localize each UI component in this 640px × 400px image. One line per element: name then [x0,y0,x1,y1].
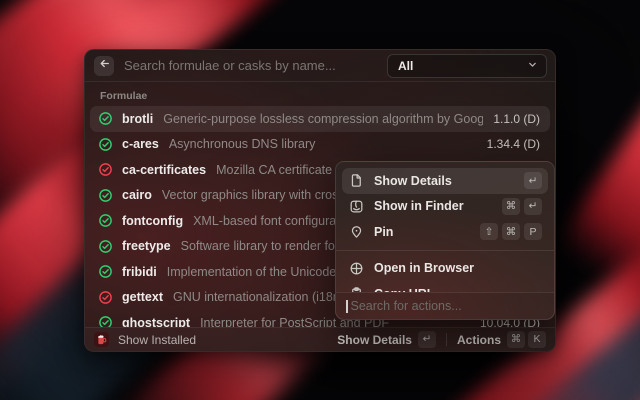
menu-item-label: Show in Finder [374,199,502,213]
installed-check-icon [98,239,113,254]
back-button[interactable] [94,56,114,76]
launcher-window: Search formulae or casks by name... All … [84,49,556,352]
footer-bar: Show Installed Show Details ↵ Actions ⌘K [85,327,555,351]
text-caret [346,300,348,313]
menu-item-pin[interactable]: Pin⇧⌘P [342,219,548,245]
key-chip: ↵ [524,172,542,189]
installed-check-icon [98,315,113,327]
installed-check-icon [98,137,113,152]
formula-row[interactable]: brotli Generic-purpose lossless compressi… [90,106,550,132]
key-chip: P [524,223,542,240]
key-chip: ⌘ [502,223,520,240]
formula-description: Asynchronous DNS library [169,137,477,151]
outdated-check-icon [98,290,113,305]
homebrew-icon [94,332,109,347]
outdated-check-icon [98,162,113,177]
installed-check-icon [98,111,113,126]
formula-name: c-ares [122,137,159,151]
menu-item-shortcut: ↵ [524,172,542,189]
formula-name: gettext [122,290,163,304]
formula-name: brotli [122,112,153,126]
pin-icon [349,224,364,239]
actions-keys: ⌘K [507,331,546,348]
filter-dropdown[interactable]: All [387,54,547,78]
formula-name: fribidi [122,265,157,279]
section-label-formulae: Formulae [100,90,147,102]
finder-icon [349,199,364,214]
formula-name: ca-certificates [122,163,206,177]
formula-name: ghostscript [122,316,190,327]
search-header: Search formulae or casks by name... All [85,50,555,82]
footer-divider [446,333,447,346]
actions-search-field[interactable]: Search for actions... [336,292,554,319]
show-details-keys: ↵ [418,331,436,348]
menu-item-shortcut: ⇧⌘P [480,223,542,240]
show-details-label: Show Details [337,333,412,347]
menu-item-label: Open in Browser [374,261,542,275]
globe-icon [349,261,364,276]
formula-name: cairo [122,188,152,202]
menu-item-copy-url[interactable]: Copy URL [342,281,548,292]
key-chip: ⇧ [480,223,498,240]
key-chip: ⌘ [502,198,520,215]
key-chip: ⌘ [507,331,525,348]
actions-menu: Show Details↵Show in Finder⌘↵Pin⇧⌘POpen … [335,161,555,320]
formula-version: 1.1.0 (D) [493,112,540,126]
search-input[interactable]: Search formulae or casks by name... [124,58,387,73]
installed-check-icon [98,213,113,228]
chevron-down-icon [527,57,538,75]
formula-row[interactable]: c-ares Asynchronous DNS library 1.34.4 (D) [90,132,550,158]
menu-item-open-in-browser[interactable]: Open in Browser [342,256,548,282]
menu-item-label: Show Details [374,174,524,188]
actions-search-placeholder: Search for actions... [351,299,462,313]
key-chip: ↵ [418,331,436,348]
menu-item-label: Pin [374,225,480,239]
formula-name: freetype [122,239,171,253]
menu-item-shortcut: ⌘↵ [502,198,542,215]
menu-item-show-details[interactable]: Show Details↵ [342,168,548,194]
menu-item-show-in-finder[interactable]: Show in Finder⌘↵ [342,194,548,220]
formula-name: fontconfig [122,214,183,228]
formula-description: Generic-purpose lossless compression alg… [163,112,483,126]
menu-separator [336,250,554,251]
actions-menu-list: Show Details↵Show in Finder⌘↵Pin⇧⌘POpen … [336,162,554,292]
formula-version: 1.34.4 (D) [487,137,540,151]
installed-check-icon [98,188,113,203]
key-chip: K [528,331,546,348]
command-title: Show Installed [118,333,196,347]
show-details-action-button[interactable]: Show Details ↵ [337,331,436,348]
actions-label: Actions [457,333,501,347]
actions-button[interactable]: Actions ⌘K [457,331,546,348]
key-chip: ↵ [524,198,542,215]
installed-check-icon [98,264,113,279]
document-icon [349,173,364,188]
filter-selected-value: All [398,59,527,73]
arrow-left-icon [98,57,111,75]
